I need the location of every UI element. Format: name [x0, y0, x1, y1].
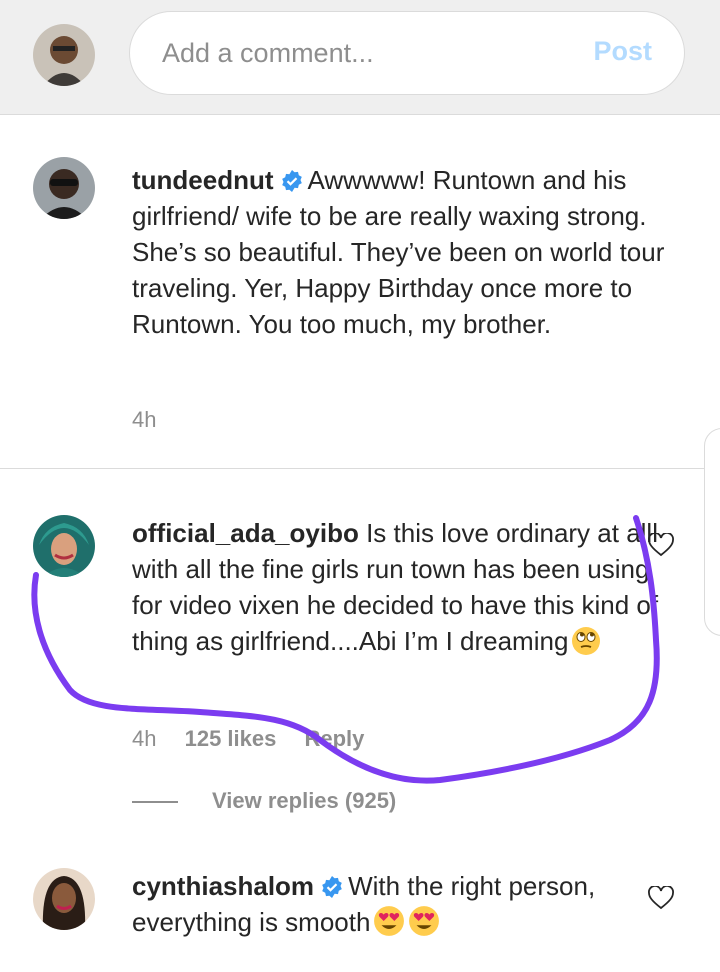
heart-eyes-face-icon	[374, 906, 405, 936]
comment-item: tundeednut Awwwww! Runtown and his girlfr…	[0, 115, 720, 467]
view-replies-label: View replies (925)	[212, 788, 397, 813]
comment-body: official_ada_oyibo Is this love ordinary…	[132, 515, 672, 659]
post-button[interactable]: Post	[593, 36, 652, 67]
like-heart-icon[interactable]	[648, 886, 674, 910]
reply-button[interactable]: Reply	[304, 726, 364, 751]
comment-username[interactable]: cynthiashalom	[132, 871, 314, 901]
comment-input-container: Post	[129, 11, 685, 95]
like-heart-icon[interactable]	[648, 533, 674, 557]
commenter-avatar[interactable]	[33, 515, 95, 577]
comment-composer-bar: Post	[0, 0, 720, 115]
comment-meta: 4h 125 likes Reply	[132, 726, 386, 752]
commenter-avatar[interactable]	[33, 157, 95, 219]
view-replies-button[interactable]: View replies (925)	[132, 788, 396, 822]
comment-time: 4h	[132, 726, 157, 751]
verified-badge-icon	[281, 170, 302, 192]
comment-input[interactable]	[162, 34, 552, 72]
heart-eyes-face-icon	[409, 906, 440, 936]
like-count[interactable]: 125 likes	[185, 726, 277, 751]
verified-badge-icon	[322, 876, 342, 898]
comment-time: 4h	[132, 407, 157, 432]
comment-body: cynthiashalom With the right person, ever…	[132, 868, 672, 940]
scroll-handle[interactable]	[704, 428, 720, 636]
replies-line	[132, 801, 178, 804]
face-with-rolling-eyes-icon	[572, 627, 601, 655]
comment-body: tundeednut Awwwww! Runtown and his girlfr…	[132, 162, 672, 342]
commenter-avatar[interactable]	[33, 868, 95, 930]
comment-username[interactable]: official_ada_oyibo	[132, 518, 359, 548]
comment-meta: 4h	[132, 407, 178, 433]
current-user-avatar[interactable]	[33, 24, 95, 86]
comment-username[interactable]: tundeednut	[132, 165, 274, 195]
comment-item: cynthiashalom With the right person, ever…	[0, 850, 720, 972]
